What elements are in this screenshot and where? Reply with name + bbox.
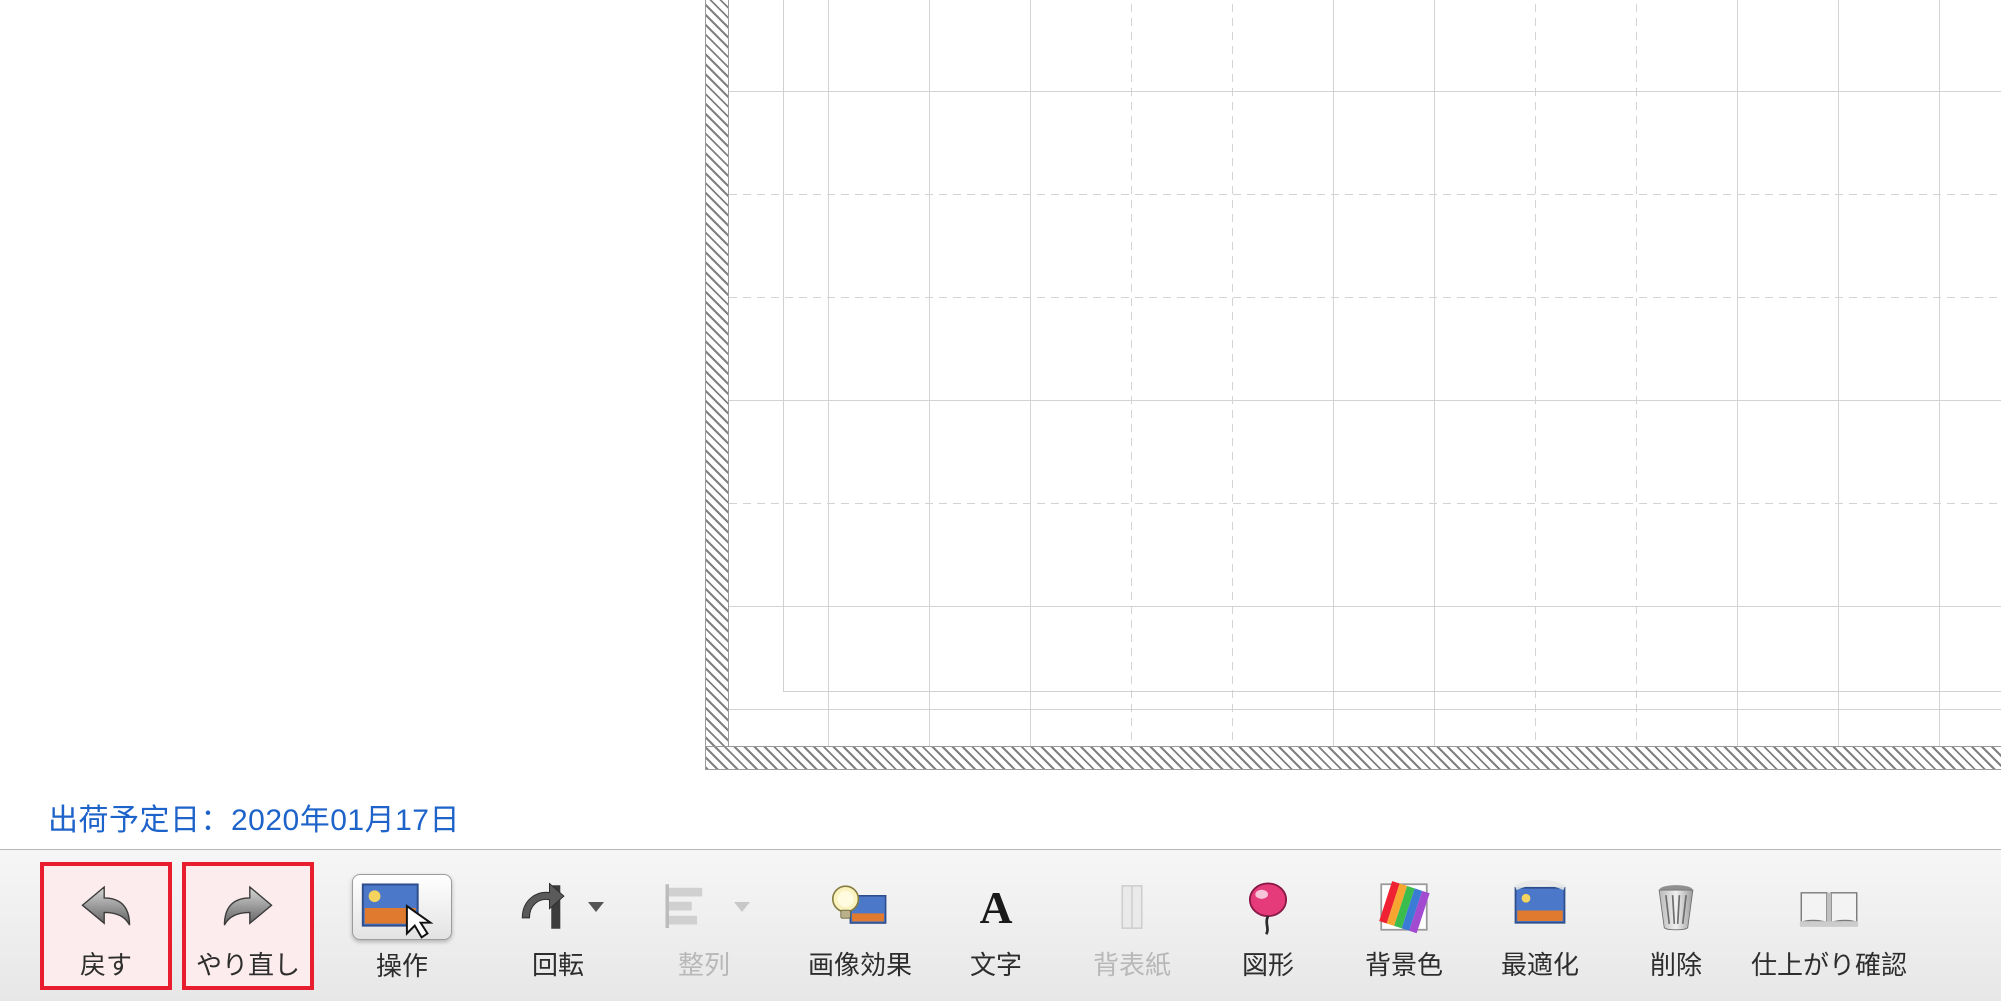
align-icon <box>658 875 722 939</box>
text-button[interactable]: A 文字 <box>928 862 1064 990</box>
canvas-workspace[interactable] <box>0 0 2001 785</box>
delete-label: 削除 <box>1650 945 1702 982</box>
preview-label: 仕上がり確認 <box>1751 945 1907 982</box>
delete-button[interactable]: 削除 <box>1608 862 1744 990</box>
preview-button[interactable]: 仕上がり確認 <box>1744 862 1914 990</box>
spine-label: 背表紙 <box>1093 945 1171 982</box>
canvas-grid[interactable] <box>729 0 2001 746</box>
undo-label: 戻す <box>80 945 132 982</box>
optimize-button[interactable]: 最適化 <box>1472 862 1608 990</box>
spine-button: 背表紙 <box>1064 862 1200 990</box>
svg-text:A: A <box>980 882 1013 933</box>
text-label: 文字 <box>970 945 1022 982</box>
shipment-date-label: 出荷予定日：2020年01月17日 <box>0 785 2001 849</box>
optimize-label: 最適化 <box>1501 945 1579 982</box>
optimize-image-icon <box>1508 875 1572 939</box>
canvas-margin-bottom <box>705 746 2001 770</box>
letter-a-icon: A <box>964 875 1028 939</box>
align-dropdown-caret <box>734 902 750 912</box>
operate-label: 操作 <box>376 946 428 983</box>
bottom-toolbar: 戻す やり直し 操 <box>0 850 2001 1001</box>
redo-label: やり直し <box>196 945 300 982</box>
lightbulb-image-icon <box>828 875 892 939</box>
image-effect-label: 画像効果 <box>808 945 912 982</box>
shape-label: 図形 <box>1242 945 1294 982</box>
redo-button[interactable]: やり直し <box>182 862 314 990</box>
bgcolor-label: 背景色 <box>1365 945 1443 982</box>
bgcolor-button[interactable]: 背景色 <box>1336 862 1472 990</box>
image-cursor-icon <box>352 874 452 940</box>
balloon-shape-icon <box>1236 875 1300 939</box>
canvas-margin-left <box>705 0 729 770</box>
undo-button[interactable]: 戻す <box>40 862 172 990</box>
shape-button[interactable]: 図形 <box>1200 862 1336 990</box>
redo-arrow-icon <box>216 875 280 939</box>
rotate-icon <box>512 875 576 939</box>
rotate-label: 回転 <box>532 945 584 982</box>
rainbow-swatch-icon <box>1372 875 1436 939</box>
image-effect-button[interactable]: 画像効果 <box>792 862 928 990</box>
rotate-button[interactable]: 回転 <box>490 862 626 990</box>
canvas-frame <box>705 0 2001 770</box>
rotate-dropdown-caret[interactable] <box>588 902 604 912</box>
align-button: 整列 <box>636 862 772 990</box>
undo-arrow-icon <box>74 875 138 939</box>
operate-button[interactable]: 操作 <box>334 862 470 990</box>
open-book-icon <box>1797 875 1861 939</box>
spine-icon <box>1100 875 1164 939</box>
align-label: 整列 <box>678 945 730 982</box>
trash-icon <box>1644 875 1708 939</box>
